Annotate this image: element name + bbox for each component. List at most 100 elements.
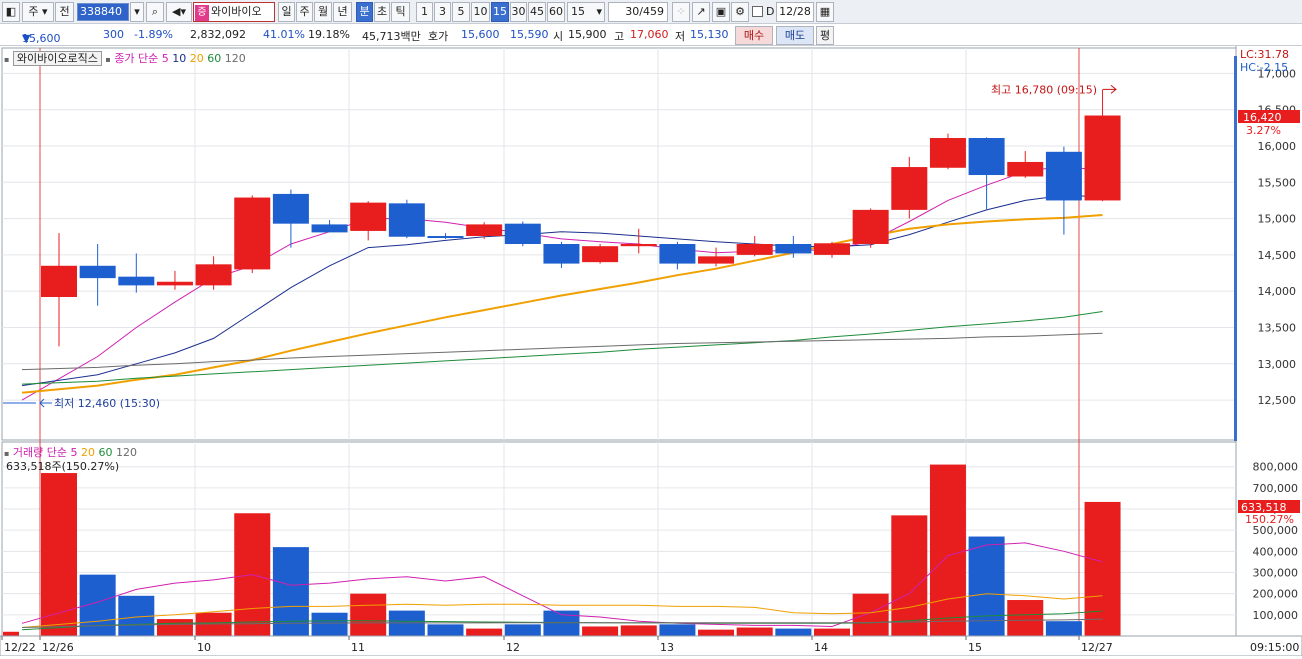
candle-body [1045, 151, 1082, 201]
low-label: 저 [675, 30, 686, 43]
period-tab-5[interactable]: 초 [374, 2, 390, 22]
interval-button-10[interactable]: 10 [471, 2, 490, 22]
search-icon[interactable]: ⌕ [146, 2, 164, 22]
count-display: 30/459 [608, 2, 668, 22]
candle-body [118, 276, 155, 286]
interval-button-5[interactable]: 5 [452, 2, 470, 22]
price-tick-label: 15,500 [1258, 176, 1297, 189]
ma-period-10: 10 [172, 52, 187, 65]
volume-bar [736, 627, 773, 636]
bid-price: 15,590 [510, 28, 549, 41]
candle-body [504, 223, 541, 244]
volume-bar [852, 593, 889, 636]
volume-tick-label: 800,000 [1253, 461, 1299, 474]
price-tick-label: 16,000 [1258, 140, 1297, 153]
high-label: 고 [614, 30, 625, 43]
candle-body [543, 244, 580, 264]
interval-select[interactable]: 15 ▾ [567, 2, 605, 22]
volume-bar [466, 628, 503, 636]
sound-icon[interactable]: ◀▾ [166, 2, 192, 22]
candle-body [891, 167, 928, 210]
price-legend: ▪ 와이바이오로직스 ▪ 종가 단순 5 10 20 60 120 [4, 50, 246, 66]
price-tick-label: 15,000 [1258, 213, 1297, 226]
current-volume-pct: 150.27% [1245, 513, 1294, 526]
candle-body [156, 281, 193, 286]
candle-body [234, 197, 271, 270]
price-tick-label: 13,500 [1258, 321, 1297, 334]
low-annotation: 최저 12,460 (15:30) [54, 397, 160, 410]
price-tick-label: 12,500 [1258, 394, 1297, 407]
scroll-strip [1234, 56, 1237, 441]
prev-button[interactable]: 전 [55, 2, 74, 22]
chart-menu-icon[interactable]: ◧ [2, 2, 20, 22]
volume-bar [775, 628, 812, 636]
volume-sub-label: 633,518주(150.27%) [6, 460, 120, 473]
dots-icon[interactable]: ⁘ [672, 2, 690, 22]
ma-period-60: 60 [207, 52, 222, 65]
current-pct-label: 3.27% [1246, 124, 1281, 137]
date-input[interactable]: 12/28 [776, 2, 814, 22]
candle-body [968, 138, 1005, 176]
sell-button[interactable]: 매도 [776, 26, 814, 45]
save-icon[interactable]: ▣ [712, 2, 730, 22]
interval-button-1[interactable]: 1 [416, 2, 433, 22]
period-unit-select[interactable]: 주 ▾ [22, 2, 54, 22]
gear-icon[interactable]: ⚙ [731, 2, 749, 22]
candlestick-chart[interactable]: 12,500 13,000 13,500 14,000 14,500 15,000 15,5… [0, 46, 1302, 657]
vol-ma-period-120: 120 [116, 446, 138, 459]
volume: 2,832,092 [190, 28, 246, 41]
period-tab-4[interactable]: 분 [356, 2, 373, 22]
period-tab-6[interactable]: 틱 [391, 2, 410, 22]
period-tab-3[interactable]: 년 [333, 2, 352, 22]
d-checkbox[interactable] [752, 6, 763, 17]
stock-code-input[interactable]: 338840 [77, 3, 129, 21]
stock-name: 와이바이오 [211, 5, 262, 18]
candle-body [814, 243, 850, 255]
legend-handle-icon: ▪ [4, 55, 10, 64]
chart-area[interactable]: 12,500 13,000 13,500 14,000 14,500 15,000 15,5… [0, 46, 1302, 657]
interval-button-15[interactable]: 15 [491, 2, 509, 22]
volume-bar [659, 624, 696, 636]
volume-bar [41, 473, 77, 636]
time-label: 12/26 [42, 641, 74, 654]
volume-ratio: 41.01% [263, 28, 305, 41]
volume-bar [929, 464, 966, 636]
candle-body [698, 256, 735, 264]
period-tab-0[interactable]: 일 [278, 2, 295, 22]
candle-body [79, 265, 116, 279]
candle-body [659, 244, 696, 264]
ma-period-120: 120 [224, 52, 246, 65]
volume-panel [1, 441, 1237, 637]
legend-handle-icon: ▪ [4, 449, 10, 458]
turnover-ratio: 19.18% [308, 28, 350, 41]
volume-bar [620, 625, 657, 636]
ask-price: 15,600 [461, 28, 500, 41]
hoga-label: 호가 [428, 30, 449, 43]
interval-select-value: 15 [571, 5, 585, 18]
buy-button[interactable]: 매수 [735, 26, 773, 45]
candle-body [427, 236, 464, 239]
calendar-icon[interactable]: ▦ [816, 2, 834, 22]
candle-body [1084, 115, 1121, 201]
volume-bar [427, 624, 464, 636]
interval-button-45[interactable]: 45 [528, 2, 546, 22]
candle-body [311, 224, 348, 233]
period-tab-1[interactable]: 주 [296, 2, 313, 22]
interval-button-3[interactable]: 3 [434, 2, 451, 22]
period-tab-2[interactable]: 월 [314, 2, 332, 22]
stock-tag[interactable]: 와이바이오로직스 [12, 51, 102, 66]
chart-toolbar: ◧ 주 ▾ 전 338840 ▾ ⌕ ◀▾ 증 와이바이오 15 ▾ 30/459 … [0, 0, 1302, 24]
candle-body [620, 244, 657, 247]
code-dropdown-icon[interactable]: ▾ [130, 2, 144, 22]
stock-name-box[interactable]: 증 와이바이오 [193, 2, 275, 22]
time-label: 11 [351, 641, 365, 654]
volume-tick-label: 700,000 [1253, 482, 1299, 495]
interval-button-30[interactable]: 30 [510, 2, 527, 22]
candle-body [195, 264, 232, 286]
candle-body [582, 246, 619, 263]
draw-tool-icon[interactable]: ↗ [692, 2, 710, 22]
time-label: 14 [814, 641, 828, 654]
candle-body [350, 202, 387, 231]
eval-button[interactable]: 평 [816, 26, 834, 45]
interval-button-60[interactable]: 60 [547, 2, 565, 22]
